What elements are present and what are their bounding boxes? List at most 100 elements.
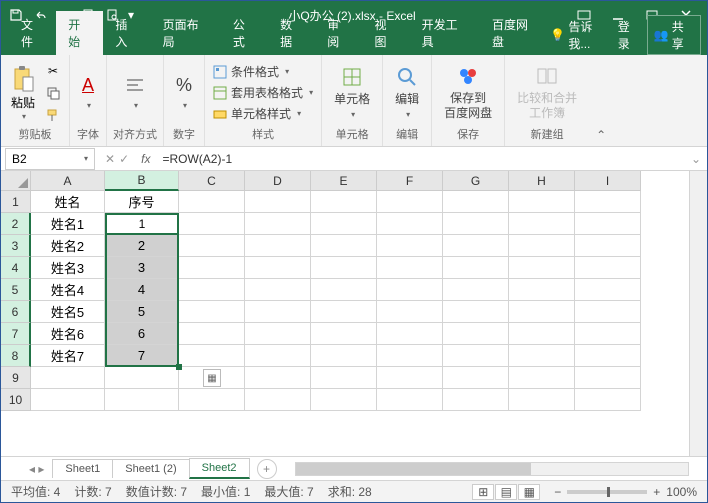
- name-box-dropdown-icon[interactable]: ▾: [84, 154, 88, 163]
- cell-A8[interactable]: 姓名7: [31, 345, 105, 367]
- cell-I4[interactable]: [575, 257, 641, 279]
- cell-G1[interactable]: [443, 191, 509, 213]
- col-header-G[interactable]: G: [443, 171, 509, 191]
- cell-I9[interactable]: [575, 367, 641, 389]
- row-header-5[interactable]: 5: [1, 279, 31, 301]
- baidu-save-button[interactable]: 保存到 百度网盘: [438, 63, 498, 122]
- zoom-out-icon[interactable]: −: [554, 485, 561, 499]
- sheet-tab-2[interactable]: Sheet2: [189, 458, 250, 479]
- cell-I8[interactable]: [575, 345, 641, 367]
- row-header-6[interactable]: 6: [1, 301, 31, 323]
- cell-G10[interactable]: [443, 389, 509, 411]
- cell-A6[interactable]: 姓名5: [31, 301, 105, 323]
- cell-G2[interactable]: [443, 213, 509, 235]
- normal-view-icon[interactable]: ⊞: [472, 484, 494, 500]
- cell-H9[interactable]: [509, 367, 575, 389]
- cell-C7[interactable]: [179, 323, 245, 345]
- cell-B6[interactable]: 5: [105, 301, 179, 323]
- cell-I5[interactable]: [575, 279, 641, 301]
- select-all-corner[interactable]: [1, 171, 31, 191]
- col-header-D[interactable]: D: [245, 171, 311, 191]
- cell-style-button[interactable]: 单元格样式▾: [211, 104, 315, 123]
- zoom-value[interactable]: 100%: [666, 485, 697, 499]
- cell-I1[interactable]: [575, 191, 641, 213]
- col-header-E[interactable]: E: [311, 171, 377, 191]
- cell-C4[interactable]: [179, 257, 245, 279]
- cell-E10[interactable]: [311, 389, 377, 411]
- row-header-3[interactable]: 3: [1, 235, 31, 257]
- cell-I7[interactable]: [575, 323, 641, 345]
- cell-H1[interactable]: [509, 191, 575, 213]
- cell-C10[interactable]: [179, 389, 245, 411]
- cell-B7[interactable]: 6: [105, 323, 179, 345]
- edit-button[interactable]: 编辑▾: [389, 64, 425, 122]
- cut-icon[interactable]: ✂: [43, 61, 63, 81]
- cell-B10[interactable]: [105, 389, 179, 411]
- col-header-B[interactable]: B: [105, 171, 179, 191]
- cell-F3[interactable]: [377, 235, 443, 257]
- cell-C5[interactable]: [179, 279, 245, 301]
- col-header-A[interactable]: A: [31, 171, 105, 191]
- format-painter-icon[interactable]: [43, 105, 63, 125]
- tab-home[interactable]: 开始: [56, 11, 103, 55]
- cell-F7[interactable]: [377, 323, 443, 345]
- cell-F2[interactable]: [377, 213, 443, 235]
- vertical-scrollbar[interactable]: [689, 171, 707, 456]
- col-header-F[interactable]: F: [377, 171, 443, 191]
- cell-F4[interactable]: [377, 257, 443, 279]
- cell-E5[interactable]: [311, 279, 377, 301]
- sheet-tab-1[interactable]: Sheet1 (2): [112, 459, 189, 478]
- cell-H7[interactable]: [509, 323, 575, 345]
- cell-G3[interactable]: [443, 235, 509, 257]
- cell-C8[interactable]: [179, 345, 245, 367]
- cell-B2[interactable]: 1: [105, 213, 179, 235]
- cell-E1[interactable]: [311, 191, 377, 213]
- zoom-slider[interactable]: [567, 490, 647, 494]
- cell-F6[interactable]: [377, 301, 443, 323]
- cell-B9[interactable]: [105, 367, 179, 389]
- cell-I6[interactable]: [575, 301, 641, 323]
- cell-I2[interactable]: [575, 213, 641, 235]
- cell-H10[interactable]: [509, 389, 575, 411]
- add-sheet-icon[interactable]: +: [257, 459, 277, 479]
- cell-G9[interactable]: [443, 367, 509, 389]
- tab-insert[interactable]: 插入: [103, 11, 150, 55]
- autofill-options-icon[interactable]: ▦: [203, 369, 221, 387]
- cell-A4[interactable]: 姓名3: [31, 257, 105, 279]
- cell-C1[interactable]: [179, 191, 245, 213]
- cell-A2[interactable]: 姓名1: [31, 213, 105, 235]
- col-header-I[interactable]: I: [575, 171, 641, 191]
- cell-E3[interactable]: [311, 235, 377, 257]
- copy-icon[interactable]: [43, 83, 63, 103]
- row-header-7[interactable]: 7: [1, 323, 31, 345]
- font-button[interactable]: A▾: [76, 73, 100, 112]
- cell-D4[interactable]: [245, 257, 311, 279]
- cell-G8[interactable]: [443, 345, 509, 367]
- tab-layout[interactable]: 页面布局: [151, 11, 221, 55]
- number-button[interactable]: %▾: [170, 73, 198, 112]
- cond-format-button[interactable]: 条件格式▾: [211, 62, 315, 81]
- cell-F5[interactable]: [377, 279, 443, 301]
- cell-C3[interactable]: [179, 235, 245, 257]
- cell-D9[interactable]: [245, 367, 311, 389]
- cell-B5[interactable]: 4: [105, 279, 179, 301]
- formula-input[interactable]: =ROW(A2)-1: [156, 152, 684, 166]
- cell-C2[interactable]: [179, 213, 245, 235]
- fx-icon[interactable]: fx: [135, 152, 156, 166]
- cell-H6[interactable]: [509, 301, 575, 323]
- cell-D7[interactable]: [245, 323, 311, 345]
- cell-D10[interactable]: [245, 389, 311, 411]
- row-header-9[interactable]: 9: [1, 367, 31, 389]
- row-header-8[interactable]: 8: [1, 345, 31, 367]
- col-header-C[interactable]: C: [179, 171, 245, 191]
- cell-D1[interactable]: [245, 191, 311, 213]
- cell-E2[interactable]: [311, 213, 377, 235]
- tab-data[interactable]: 数据: [268, 11, 315, 55]
- cell-H3[interactable]: [509, 235, 575, 257]
- cell-A3[interactable]: 姓名2: [31, 235, 105, 257]
- compare-button[interactable]: 比较和合并 工作簿: [511, 63, 583, 122]
- paste-button[interactable]: 粘贴▾: [7, 65, 39, 121]
- cell-A10[interactable]: [31, 389, 105, 411]
- col-header-H[interactable]: H: [509, 171, 575, 191]
- cell-G6[interactable]: [443, 301, 509, 323]
